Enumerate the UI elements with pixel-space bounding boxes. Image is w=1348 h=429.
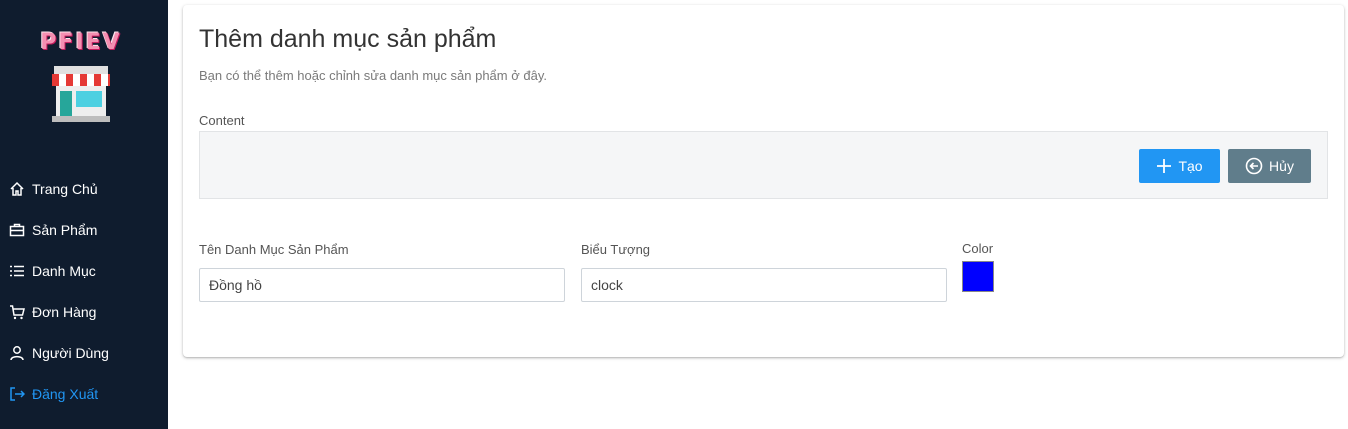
sidebar-item-label: Trang Chủ bbox=[32, 180, 98, 197]
content-toolbar: Tạo Hủy bbox=[199, 131, 1328, 199]
sidebar-item-label: Đăng Xuất bbox=[32, 385, 99, 402]
sidebar-item-label: Người Dùng bbox=[32, 344, 109, 361]
category-name-input[interactable] bbox=[199, 268, 565, 302]
back-circle-icon bbox=[1245, 157, 1263, 175]
cancel-button[interactable]: Hủy bbox=[1228, 149, 1311, 183]
sidebar-item-label: Danh Mục bbox=[32, 262, 96, 279]
home-icon bbox=[8, 180, 26, 198]
shop-icon bbox=[52, 66, 110, 122]
plus-icon bbox=[1157, 159, 1172, 173]
color-picker[interactable] bbox=[962, 261, 994, 292]
brand-logo[interactable]: PFIEV bbox=[36, 30, 126, 126]
sidebar-item-home[interactable]: Trang Chủ bbox=[0, 168, 168, 209]
user-icon bbox=[8, 344, 26, 362]
page-subtitle: Bạn có thể thêm hoặc chỉnh sửa danh mục … bbox=[199, 68, 547, 83]
sidebar-item-products[interactable]: Sản Phẩm bbox=[0, 209, 168, 250]
sidebar-item-users[interactable]: Người Dùng bbox=[0, 332, 168, 373]
icon-input[interactable] bbox=[581, 268, 947, 302]
cart-icon bbox=[8, 303, 26, 321]
sidebar-nav: Trang Chủ Sản Phẩm Danh Mục Đơn Hàng Ngư… bbox=[0, 168, 168, 414]
create-button-label: Tạo bbox=[1178, 158, 1203, 174]
page-title: Thêm danh mục sản phẩm bbox=[199, 25, 497, 53]
category-name-label: Tên Danh Mục Sản Phẩm bbox=[199, 242, 349, 257]
icon-label: Biểu Tượng bbox=[581, 242, 651, 257]
brand-name: PFIEV bbox=[40, 30, 122, 55]
list-icon bbox=[8, 262, 26, 280]
category-form-card: Thêm danh mục sản phẩm Bạn có thể thêm h… bbox=[183, 5, 1344, 357]
create-button[interactable]: Tạo bbox=[1139, 149, 1220, 183]
content-label: Content bbox=[199, 113, 245, 128]
briefcase-icon bbox=[8, 221, 26, 239]
logout-icon bbox=[8, 385, 26, 403]
sidebar-item-label: Đơn Hàng bbox=[32, 303, 97, 320]
cancel-button-label: Hủy bbox=[1269, 158, 1294, 174]
sidebar-item-categories[interactable]: Danh Mục bbox=[0, 250, 168, 291]
sidebar-item-label: Sản Phẩm bbox=[32, 221, 98, 238]
color-label: Color bbox=[962, 241, 994, 256]
sidebar-item-logout[interactable]: Đăng Xuất bbox=[0, 373, 168, 414]
sidebar-item-orders[interactable]: Đơn Hàng bbox=[0, 291, 168, 332]
sidebar: PFIEV Trang Chủ Sản Phẩm Danh Mục Đơn Hà… bbox=[0, 0, 168, 429]
